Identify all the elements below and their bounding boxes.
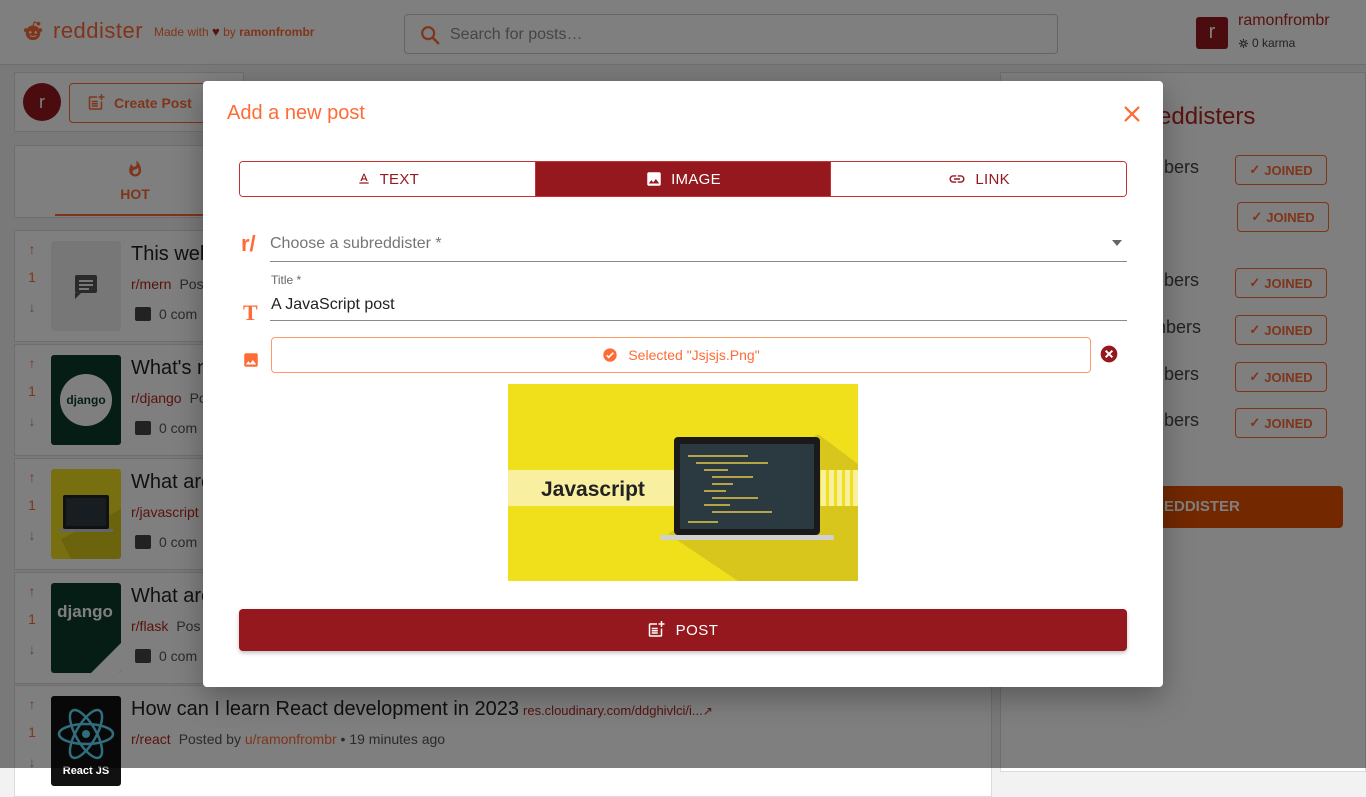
tab-image[interactable]: IMAGE — [535, 162, 832, 196]
image-upload-button[interactable]: Selected "Jsjsjs.Png" — [271, 337, 1091, 373]
title-label: Title * — [271, 273, 302, 287]
submit-post-button[interactable]: POST — [239, 609, 1127, 651]
tab-link-label: LINK — [975, 170, 1010, 188]
subreddit-prefix: r/ — [241, 231, 256, 256]
check-circle-icon — [603, 348, 617, 362]
tab-text-label: TEXT — [379, 170, 420, 188]
image-preview: Javascript — [508, 384, 858, 581]
close-dialog-button[interactable] — [1121, 103, 1143, 125]
subreddit-select-placeholder: Choose a subreddister * — [270, 235, 442, 252]
tab-link[interactable]: LINK — [831, 162, 1126, 196]
clear-image-button[interactable] — [1099, 344, 1119, 364]
close-icon — [1124, 106, 1140, 122]
dialog-title: Add a new post — [227, 102, 365, 124]
title-input[interactable]: A JavaScript post — [270, 293, 1127, 321]
link-icon — [949, 175, 965, 183]
submit-post-label: POST — [675, 621, 719, 639]
image-field-icon — [242, 351, 260, 369]
subreddit-select[interactable]: Choose a subreddister * — [270, 227, 1127, 262]
post-type-toggle: TEXT IMAGE LINK — [239, 161, 1127, 197]
svg-text:Javascript: Javascript — [541, 478, 645, 501]
cancel-icon — [1100, 345, 1118, 363]
add-post-dialog: Add a new post TEXT IMAGE LINK r/ Choose… — [203, 81, 1163, 687]
tab-text[interactable]: TEXT — [240, 162, 536, 196]
text-format-icon — [358, 173, 369, 184]
tab-image-label: IMAGE — [671, 170, 721, 188]
title-icon: T — [243, 300, 258, 325]
selected-file-text: Selected "Jsjsjs.Png" — [628, 347, 760, 363]
chevron-down-icon — [1112, 240, 1122, 246]
image-icon — [647, 172, 661, 186]
post-add-icon — [648, 621, 665, 637]
